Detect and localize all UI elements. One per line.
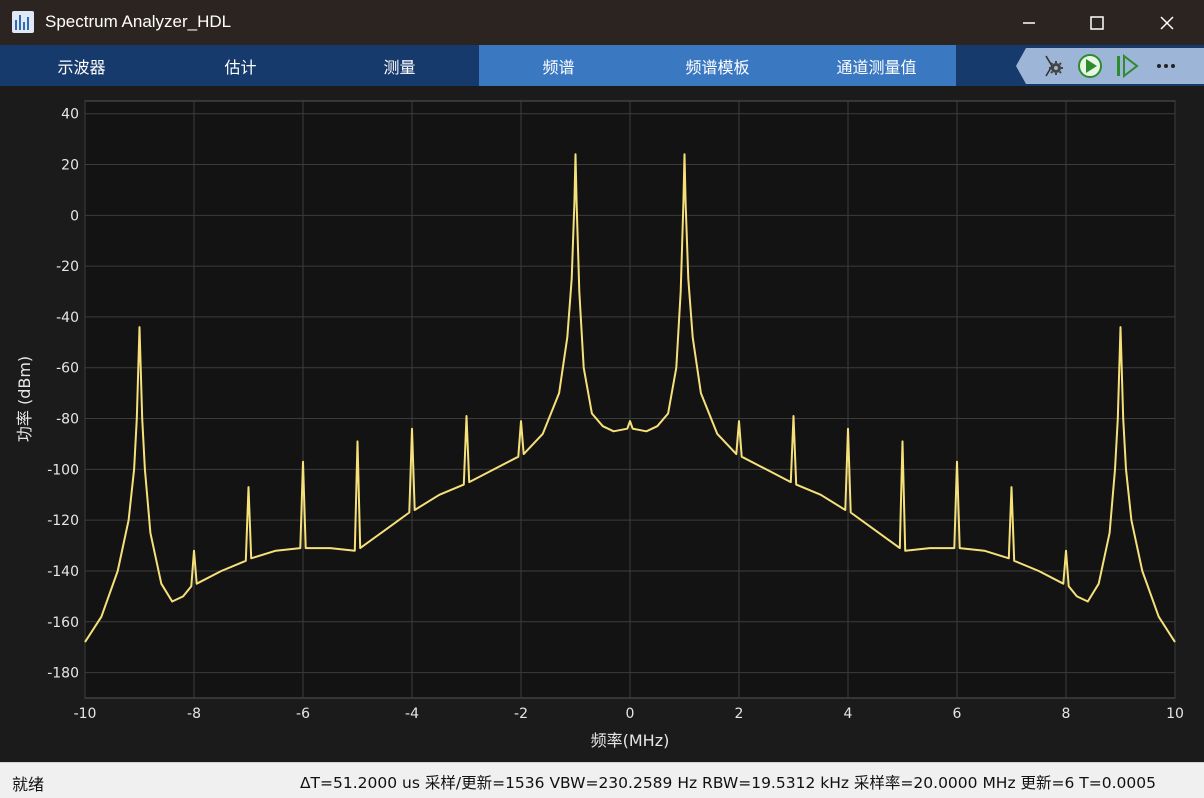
- tab-spectrum[interactable]: 频谱: [479, 45, 638, 86]
- y-tick-label: -40: [56, 310, 79, 326]
- maximize-icon: [1090, 15, 1104, 30]
- tab-bar: 示波器 估计 测量 频谱 频谱模板 通道测量值: [0, 45, 1204, 86]
- more-icon[interactable]: [1157, 64, 1175, 68]
- x-tick-label: 0: [626, 706, 635, 722]
- y-axis-label: 功率 (dBm): [15, 356, 34, 442]
- y-ticks: 40 20 0 -20 -40 -60 -80 -100 -120 -140 -160 -180: [47, 107, 79, 682]
- toolbar: [1016, 48, 1204, 84]
- x-tick-label: -8: [187, 706, 201, 722]
- y-tick-label: 40: [61, 107, 79, 123]
- y-tick-label: -60: [56, 361, 79, 377]
- status-measurements: ΔT=51.2000 us 采样/更新=1536 VBW=230.2589 Hz…: [299, 774, 1156, 792]
- x-tick-label: 10: [1166, 706, 1184, 722]
- x-tick-label: -6: [296, 706, 310, 722]
- x-axis-label: 频率(MHz): [591, 731, 670, 750]
- tab-measurement[interactable]: 测量: [320, 45, 479, 86]
- tab-spectrum-mask[interactable]: 频谱模板: [638, 45, 797, 86]
- status-bar: 就绪 ΔT=51.2000 us 采样/更新=1536 VBW=230.2589…: [0, 762, 1204, 798]
- x-tick-label: 4: [844, 706, 853, 722]
- close-button[interactable]: [1132, 0, 1202, 45]
- close-icon: [1160, 15, 1174, 30]
- run-icon[interactable]: [1078, 54, 1102, 78]
- y-tick-label: 20: [61, 158, 79, 174]
- x-ticks: -10 -8 -6 -4 -2 0 2 4 6 8 10: [74, 706, 1184, 722]
- tab-estimation[interactable]: 估计: [161, 45, 320, 86]
- plot-area: 40 20 0 -20 -40 -60 -80 -100 -120 -140 -160 -180 -1…: [0, 86, 1204, 762]
- window-title: Spectrum Analyzer_HDL: [45, 12, 232, 31]
- status-ready: 就绪: [12, 775, 45, 794]
- maximize-button[interactable]: [1062, 0, 1132, 45]
- spectrum-analyzer-icon: [12, 11, 34, 33]
- tab-oscilloscope[interactable]: 示波器: [2, 45, 161, 86]
- y-tick-label: -180: [47, 666, 79, 682]
- y-tick-label: -160: [47, 615, 79, 631]
- x-tick-label: 6: [953, 706, 962, 722]
- x-tick-label: -4: [405, 706, 419, 722]
- x-tick-label: 8: [1062, 706, 1071, 722]
- y-tick-label: -80: [56, 412, 79, 428]
- y-tick-label: -100: [47, 462, 79, 478]
- x-tick-label: 2: [735, 706, 744, 722]
- y-tick-label: -140: [47, 564, 79, 580]
- x-tick-label: -10: [74, 706, 97, 722]
- y-tick-label: -120: [47, 513, 79, 529]
- minimize-button[interactable]: [994, 0, 1064, 45]
- minimize-icon: [1023, 21, 1035, 24]
- x-tick-label: -2: [514, 706, 528, 722]
- y-tick-label: -20: [56, 259, 79, 275]
- spectrum-chart[interactable]: 40200-20-40-60-80-100-120-140-160-180 -1…: [0, 86, 1204, 762]
- tab-channel-measurements[interactable]: 通道测量值: [797, 45, 956, 86]
- y-tick-label: 0: [70, 208, 79, 224]
- title-bar: Spectrum Analyzer_HDL: [0, 0, 1204, 45]
